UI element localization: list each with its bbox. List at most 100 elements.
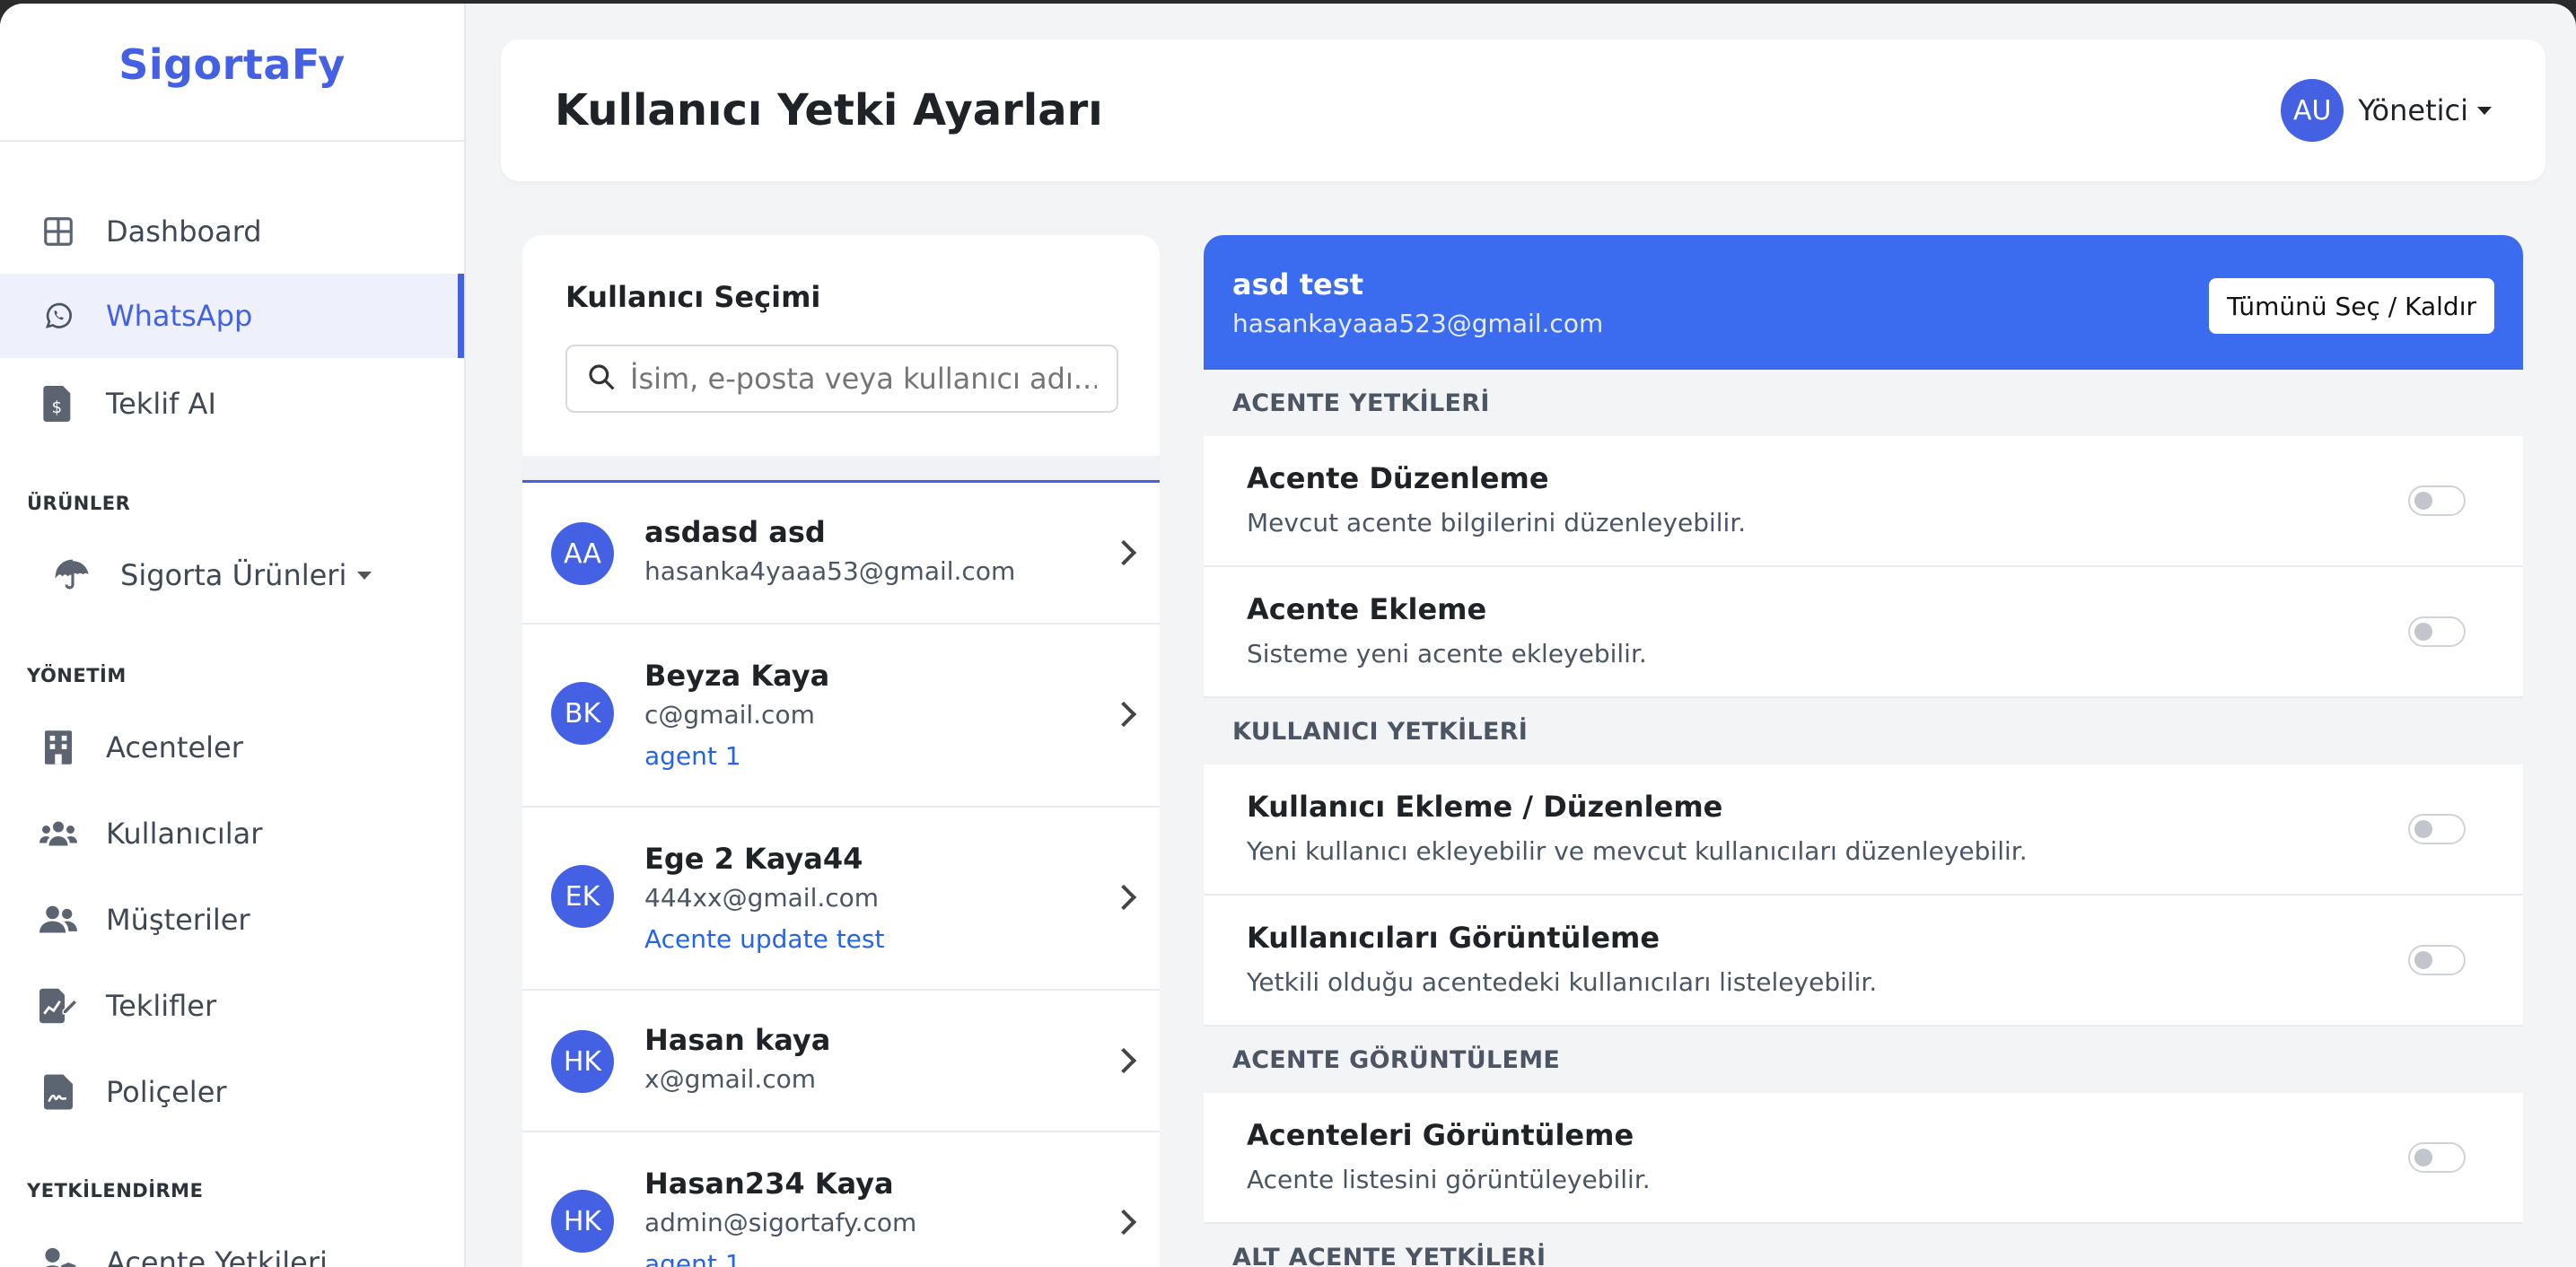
permission-description: Mevcut acente bilgilerini düzenleyebilir…: [1247, 508, 1747, 537]
sidebar-item-label: WhatsApp: [106, 299, 253, 333]
file-chart-icon: [39, 987, 77, 1025]
building-icon: [39, 729, 77, 766]
sidebar-item-label: Kullanıcılar: [106, 817, 263, 851]
permission-title: Kullanıcıları Görüntüleme: [1247, 921, 1660, 955]
umbrella-icon: [54, 556, 92, 594]
chevron-right-icon: [1110, 1209, 1137, 1236]
user-email: x@gmail.com: [644, 1064, 817, 1094]
user-agent-link[interactable]: Acente update test: [644, 924, 884, 954]
avatar: BK: [551, 682, 614, 745]
permission-row: Acente Ekleme Sisteme yeni acente ekleye…: [1204, 567, 2523, 698]
brand-logo[interactable]: SigortaFy: [0, 4, 464, 142]
permission-row: Kullanıcı Ekleme / Düzenleme Yeni kullan…: [1204, 765, 2523, 896]
sidebar-item-acenteler[interactable]: Acenteler: [0, 705, 464, 790]
permission-row: Acenteleri Görüntüleme Acente listesini …: [1204, 1093, 2523, 1224]
whatsapp-icon: [39, 297, 77, 335]
user-email: hasanka4yaaa53@gmail.com: [644, 556, 1016, 586]
permission-toggle[interactable]: [2408, 945, 2466, 975]
selected-user-email: hasankayaaa523@gmail.com: [1232, 309, 1604, 338]
avatar: HK: [551, 1030, 614, 1093]
chevron-right-icon: [1110, 884, 1137, 911]
user-list-item[interactable]: AA asdasd asd hasanka4yaaa53@gmail.com: [522, 483, 1160, 625]
user-agent-link[interactable]: agent 1: [644, 1249, 741, 1267]
sidebar-item-label: Dashboard: [106, 214, 262, 249]
user-agent-link[interactable]: agent 1: [644, 741, 741, 771]
user-email: admin@sigortafy.com: [644, 1208, 917, 1237]
permission-description: Sisteme yeni acente ekleyebilir.: [1247, 639, 1647, 668]
avatar: AU: [2281, 79, 2344, 142]
user-list-item[interactable]: EK Ege 2 Kaya44 444xx@gmail.com Acente u…: [522, 808, 1160, 991]
permission-toggle[interactable]: [2408, 1142, 2466, 1173]
sidebar-item-label: Acente Yetkileri: [106, 1245, 328, 1267]
sidebar-dropdown-products[interactable]: Sigorta Ürünleri: [0, 533, 464, 617]
sidebar-item-teklifler[interactable]: Teklifler: [0, 964, 464, 1048]
sidebar-item-policeler[interactable]: Poliçeler: [0, 1050, 464, 1134]
sidebar: SigortaFy Dashboard WhatsApp $ Teklif AI…: [0, 4, 466, 1267]
list-header-band: [522, 456, 1160, 483]
user-list-item[interactable]: HK Hasan234 Kaya admin@sigortafy.com age…: [522, 1132, 1160, 1267]
grid-icon: [39, 213, 77, 250]
permission-toggle[interactable]: [2408, 616, 2466, 647]
file-signature-icon: [39, 1073, 77, 1111]
svg-text:$: $: [51, 398, 62, 417]
user-name: Beyza Kaya: [644, 659, 830, 693]
avatar: EK: [551, 865, 614, 928]
permission-toggle[interactable]: [2408, 814, 2466, 844]
sidebar-item-whatsapp[interactable]: WhatsApp: [0, 274, 464, 358]
search-icon: [587, 363, 616, 395]
permissions-panel: asd test hasankayaaa523@gmail.com Tümünü…: [1204, 235, 2523, 1267]
sidebar-item-dashboard[interactable]: Dashboard: [0, 189, 464, 274]
panel-title: Kullanıcı Seçimi: [565, 280, 821, 314]
permission-title: Kullanıcı Ekleme / Düzenleme: [1247, 790, 1723, 824]
permission-description: Acente listesini görüntüleyebilir.: [1247, 1165, 1651, 1194]
user-email: c@gmail.com: [644, 700, 815, 730]
permission-description: Yetkili olduğu acentedeki kullanıcıları …: [1247, 967, 1878, 997]
page-title: Kullanıcı Yetki Ayarları: [555, 85, 1103, 135]
sidebar-item-label: Müşteriler: [106, 903, 250, 937]
sidebar-item-kullanicilar[interactable]: Kullanıcılar: [0, 791, 464, 876]
permission-row: Kullanıcıları Görüntüleme Yetkili olduğu…: [1204, 896, 2523, 1027]
user-list-item[interactable]: HK Hasan kaya x@gmail.com: [522, 991, 1160, 1132]
user-menu[interactable]: AU Yönetici: [2281, 79, 2492, 142]
permission-section-title: KULLANICI YETKİLERİ: [1204, 698, 2523, 765]
user-name: asdasd asd: [644, 515, 826, 549]
user-name: Hasan kaya: [644, 1023, 831, 1057]
toggle-all-button[interactable]: Tümünü Seç / Kaldır: [2209, 278, 2494, 334]
sidebar-item-musteriler[interactable]: Müşteriler: [0, 878, 464, 962]
user-list-item[interactable]: BK Beyza Kaya c@gmail.com agent 1: [522, 625, 1160, 808]
permission-title: Acenteleri Görüntüleme: [1247, 1118, 1634, 1152]
permission-section-title: ACENTE GÖRÜNTÜLEME: [1204, 1027, 2523, 1093]
sidebar-item-label: Teklifler: [106, 989, 217, 1023]
sidebar-dropdown-label: Sigorta Ürünleri: [120, 558, 347, 592]
user-shield-icon: [39, 1244, 77, 1267]
permission-toggle[interactable]: [2408, 485, 2466, 516]
sidebar-item-label: Acenteler: [106, 730, 243, 765]
top-header: Kullanıcı Yetki Ayarları AU Yönetici: [501, 39, 2545, 181]
user-email: 444xx@gmail.com: [644, 883, 880, 913]
permission-row: Acente Düzenleme Mevcut acente bilgileri…: [1204, 436, 2523, 567]
chevron-down-icon: [357, 571, 372, 580]
permission-section-title: ALT ACENTE YETKİLERİ: [1204, 1224, 2523, 1267]
selected-user-header: asd test hasankayaaa523@gmail.com Tümünü…: [1204, 235, 2523, 370]
section-label-products: ÜRÜNLER: [27, 493, 131, 514]
users-icon: [39, 815, 77, 852]
sidebar-item-teklif-ai[interactable]: $ Teklif AI: [0, 362, 464, 446]
avatar: AA: [551, 522, 614, 585]
user-name: Hasan234 Kaya: [644, 1167, 894, 1201]
user-group-icon: [39, 901, 77, 939]
permission-title: Acente Düzenleme: [1247, 461, 1549, 495]
sidebar-item-acente-yetkileri[interactable]: Acente Yetkileri: [0, 1220, 464, 1267]
user-selection-panel: Kullanıcı Seçimi AA asdasd asd hasanka4y…: [522, 235, 1160, 1267]
permission-description: Yeni kullanıcı ekleyebilir ve mevcut kul…: [1247, 836, 2028, 866]
chevron-right-icon: [1110, 539, 1137, 566]
section-label-authorization: YETKİLENDİRME: [27, 1180, 204, 1201]
section-label-management: YÖNETİM: [27, 665, 127, 686]
selected-user-name: asd test: [1232, 267, 1364, 301]
sidebar-item-label: Poliçeler: [106, 1075, 227, 1109]
user-role-label: Yönetici: [2358, 93, 2468, 127]
document-dollar-icon: $: [39, 385, 77, 423]
avatar: HK: [551, 1190, 614, 1253]
search-box[interactable]: [565, 345, 1118, 413]
search-input[interactable]: [630, 362, 1097, 396]
user-name: Ege 2 Kaya44: [644, 842, 863, 876]
